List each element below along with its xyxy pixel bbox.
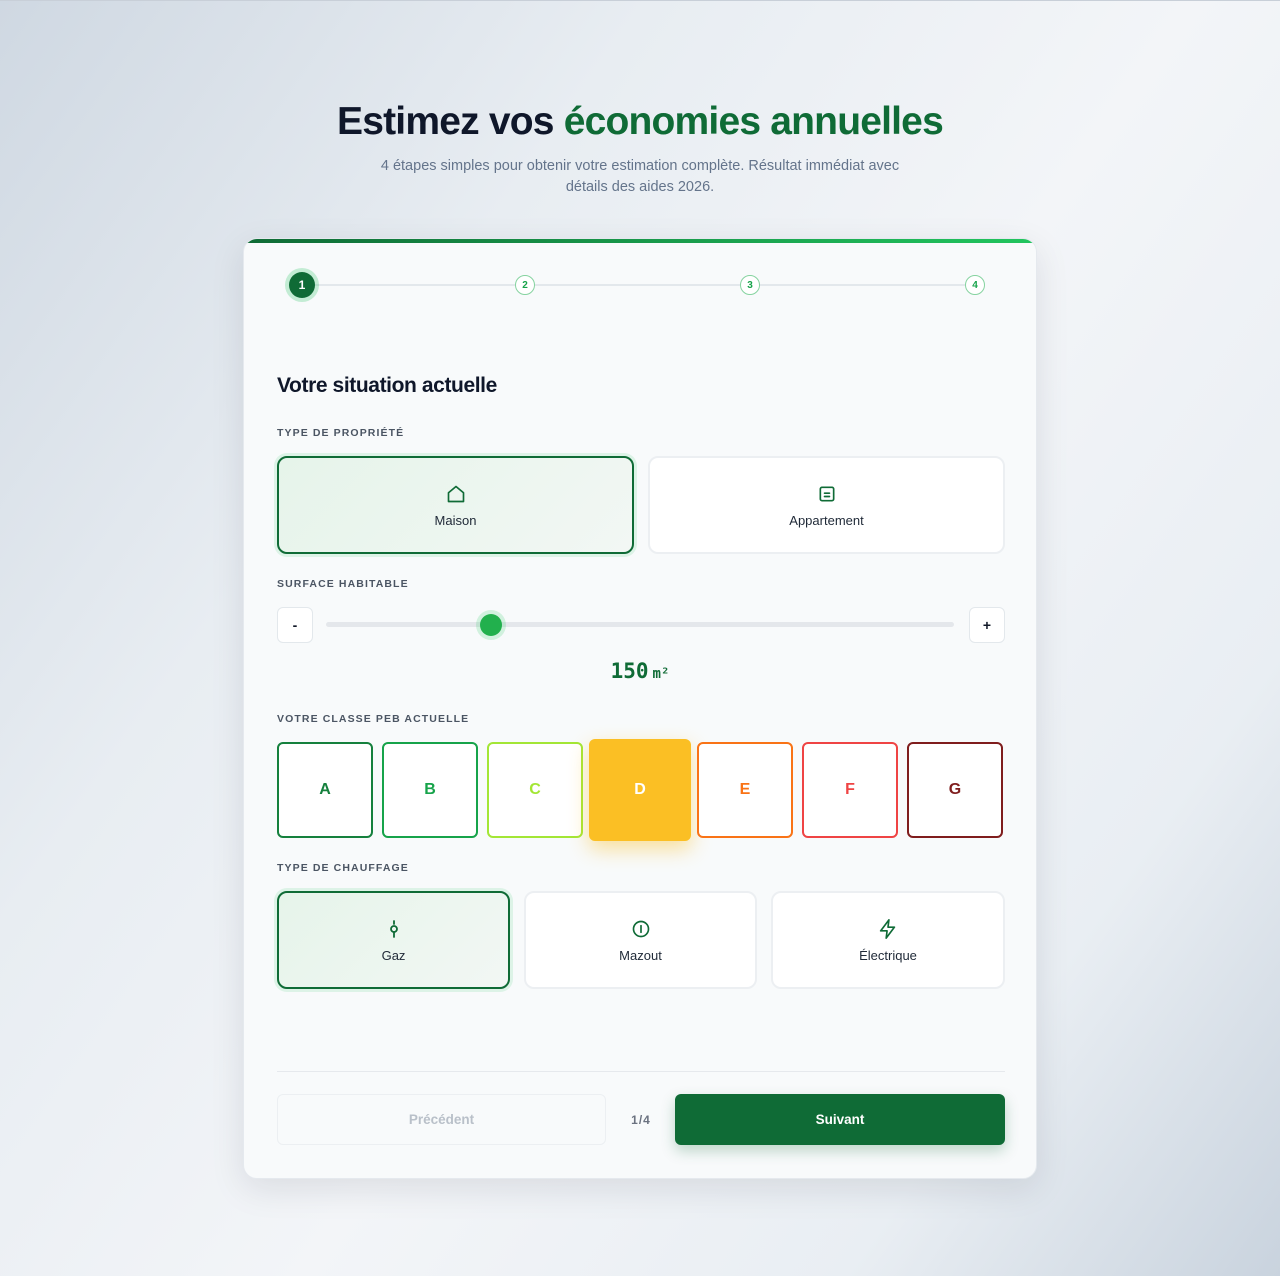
building-icon (816, 483, 838, 505)
surface-slider-thumb[interactable] (479, 614, 502, 636)
step-3[interactable]: 3 (740, 275, 760, 295)
property-type-label: TYPE DE PROPRIÉTÉ (277, 427, 405, 439)
section-title: Votre situation actuelle (277, 374, 497, 397)
stepper: 1 2 3 4 (289, 272, 991, 298)
estimator-card: 1 2 3 4 Votre situation actuelle TYPE DE… (243, 238, 1037, 1179)
previous-button[interactable]: Précédent (277, 1094, 606, 1145)
heating-option-electrique[interactable]: Électrique (771, 891, 1005, 989)
gas-flame-icon (383, 918, 405, 940)
property-option-label: Maison (434, 512, 477, 528)
peb-class-b[interactable]: B (382, 742, 478, 838)
oil-drop-icon (630, 918, 652, 940)
peb-class-f[interactable]: F (802, 742, 898, 838)
lightning-icon (877, 918, 899, 940)
peb-label: VOTRE CLASSE PEB ACTUELLE (277, 713, 470, 725)
step-counter: 1/4 (631, 1112, 651, 1127)
step-2[interactable]: 2 (515, 275, 535, 295)
house-icon (445, 483, 467, 505)
peb-class-a[interactable]: A (277, 742, 373, 838)
next-button[interactable]: Suivant (675, 1094, 1005, 1145)
surface-increase-button[interactable]: + (969, 607, 1005, 643)
progress-bar (244, 239, 1036, 243)
top-border (0, 0, 1280, 1)
heating-option-label: Électrique (859, 947, 917, 963)
stepper-line (302, 284, 978, 286)
heating-option-label: Mazout (619, 947, 662, 963)
footer-divider (277, 1071, 1005, 1072)
page-subtitle: 4 étapes simples pour obtenir votre esti… (380, 158, 900, 195)
surface-label: SURFACE HABITABLE (277, 578, 409, 590)
heating-option-label: Gaz (381, 947, 406, 963)
hero: Estimez vos économies annuelles 4 étapes… (0, 96, 1280, 198)
property-option-label: Appartement (789, 512, 864, 528)
heating-option-gaz[interactable]: Gaz (277, 891, 510, 989)
surface-value: 150 m² (244, 659, 1036, 683)
surface-unit: m² (652, 666, 670, 682)
page-title: Estimez vos économies annuelles (0, 96, 1280, 148)
property-option-appartement[interactable]: Appartement (648, 456, 1005, 554)
peb-class-e[interactable]: E (697, 742, 793, 838)
heating-type-label: TYPE DE CHAUFFAGE (277, 862, 409, 874)
surface-decrease-button[interactable]: - (277, 607, 313, 643)
surface-slider-track[interactable] (326, 614, 954, 636)
peb-class-g[interactable]: G (907, 742, 1003, 838)
surface-number: 150 (610, 659, 649, 683)
peb-class-c[interactable]: C (487, 742, 583, 838)
title-part: Estimez vos (337, 100, 564, 143)
property-option-maison[interactable]: Maison (277, 456, 634, 554)
peb-class-d[interactable]: D (589, 739, 691, 841)
step-1[interactable]: 1 (289, 272, 315, 298)
title-accent: économies annuelles (563, 100, 944, 143)
heating-option-mazout[interactable]: Mazout (524, 891, 757, 989)
step-4[interactable]: 4 (965, 275, 985, 295)
